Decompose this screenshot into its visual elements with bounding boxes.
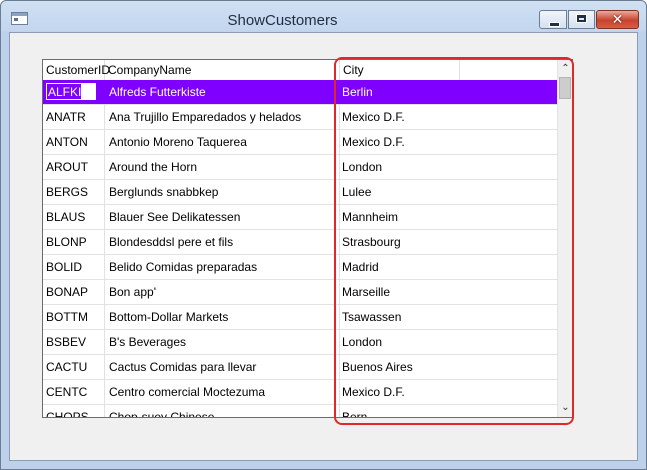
- cell-city[interactable]: London: [340, 155, 557, 179]
- cell-customerid[interactable]: BONAP: [43, 280, 105, 304]
- cell-customerid[interactable]: BOLID: [43, 255, 105, 279]
- cell-city[interactable]: Mexico D.F.: [340, 130, 557, 154]
- maximize-button[interactable]: [568, 10, 595, 29]
- column-header-customerid[interactable]: CustomerID: [43, 60, 110, 80]
- cell-companyname[interactable]: Blauer See Delikatessen: [105, 205, 340, 229]
- chevron-down-icon[interactable]: ⌄: [558, 400, 572, 416]
- window-title: ShowCustomers: [227, 12, 338, 29]
- customerid-edit-field[interactable]: ALFKI: [46, 83, 97, 100]
- table-row[interactable]: ANATR Ana Trujillo Emparedados y helados M…: [43, 105, 557, 130]
- column-header-companyname[interactable]: CompanyName: [105, 60, 340, 80]
- cell-customerid[interactable]: CHOPS: [43, 405, 105, 417]
- cell-companyname[interactable]: Berglunds snabbkep: [105, 180, 340, 204]
- cell-companyname[interactable]: Bon app': [105, 280, 340, 304]
- cell-city[interactable]: Tsawassen: [340, 305, 557, 329]
- table-row[interactable]: CENTC Centro comercial Moctezuma Mexico D.…: [43, 380, 557, 405]
- cell-companyname[interactable]: Belido Comidas preparadas: [105, 255, 340, 279]
- vertical-scrollbar[interactable]: ⌃ ⌄: [557, 60, 572, 417]
- cell-customerid[interactable]: ANTON: [43, 130, 105, 154]
- cell-companyname[interactable]: Ana Trujillo Emparedados y helados: [105, 105, 340, 129]
- cell-companyname[interactable]: B's Beverages: [105, 330, 340, 354]
- cell-city[interactable]: London: [340, 330, 557, 354]
- cell-companyname[interactable]: Alfreds Futterkiste: [105, 80, 340, 104]
- cell-companyname[interactable]: Centro comercial Moctezuma: [105, 380, 340, 404]
- cell-customerid[interactable]: BLONP: [43, 230, 105, 254]
- table-row[interactable]: BERGS Berglunds snabbkep Lulee: [43, 180, 557, 205]
- cell-city[interactable]: Lulee: [340, 180, 557, 204]
- cell-companyname[interactable]: Chop-suey Chinese: [105, 405, 340, 417]
- grid-rows: ALFKI Alfreds Futterkiste Berlin ANATR Ana T…: [43, 80, 557, 417]
- cell-customerid[interactable]: CENTC: [43, 380, 105, 404]
- cell-companyname[interactable]: Antonio Moreno Taquerea: [105, 130, 340, 154]
- cell-city[interactable]: Berlin: [340, 80, 557, 104]
- cell-customerid[interactable]: BLAUS: [43, 205, 105, 229]
- title-bar[interactable]: ShowCustomers ✕: [1, 1, 646, 32]
- table-row[interactable]: BOTTM Bottom-Dollar Markets Tsawassen: [43, 305, 557, 330]
- cell-customerid[interactable]: BSBEV: [43, 330, 105, 354]
- cell-customerid[interactable]: CACTU: [43, 355, 105, 379]
- table-row[interactable]: BSBEV B's Beverages London: [43, 330, 557, 355]
- table-row[interactable]: BOLID Belido Comidas preparadas Madrid: [43, 255, 557, 280]
- table-row[interactable]: CHOPS Chop-suey Chinese Bern: [43, 405, 557, 417]
- table-row[interactable]: BLAUS Blauer See Delikatessen Mannheim: [43, 205, 557, 230]
- cell-companyname[interactable]: Cactus Comidas para llevar: [105, 355, 340, 379]
- cell-customerid[interactable]: ANATR: [43, 105, 105, 129]
- minimize-icon: [549, 22, 560, 27]
- cell-city[interactable]: Strasbourg: [340, 230, 557, 254]
- cell-city[interactable]: Bern: [340, 405, 557, 417]
- cell-customerid[interactable]: AROUT: [43, 155, 105, 179]
- cell-city[interactable]: Madrid: [340, 255, 557, 279]
- grid-header: CustomerID CompanyName City: [43, 60, 557, 81]
- cell-city[interactable]: Buenos Aires: [340, 355, 557, 379]
- cell-companyname[interactable]: Around the Horn: [105, 155, 340, 179]
- close-icon: ✕: [611, 11, 624, 27]
- cell-city[interactable]: Mannheim: [340, 205, 557, 229]
- table-row[interactable]: AROUT Around the Horn London: [43, 155, 557, 180]
- close-button[interactable]: ✕: [596, 10, 639, 29]
- table-row[interactable]: ANTON Antonio Moreno Taquerea Mexico D.F.: [43, 130, 557, 155]
- customers-grid[interactable]: CustomerID CompanyName City ALFKI Alfreds…: [42, 59, 573, 418]
- maximize-icon: [576, 14, 587, 23]
- cell-city[interactable]: Marseille: [340, 280, 557, 304]
- scrollbar-thumb[interactable]: [559, 77, 571, 99]
- cell-customerid[interactable]: BERGS: [43, 180, 105, 204]
- cell-companyname[interactable]: Bottom-Dollar Markets: [105, 305, 340, 329]
- cell-companyname[interactable]: Blondesddsl pere et fils: [105, 230, 340, 254]
- column-header-city[interactable]: City: [340, 60, 460, 80]
- cell-customerid[interactable]: ALFKI: [43, 80, 105, 104]
- chevron-up-icon[interactable]: ⌃: [558, 61, 572, 77]
- cell-city[interactable]: Mexico D.F.: [340, 380, 557, 404]
- cell-customerid[interactable]: BOTTM: [43, 305, 105, 329]
- minimize-button[interactable]: [539, 10, 567, 29]
- table-row[interactable]: CACTU Cactus Comidas para llevar Buenos Ai…: [43, 355, 557, 380]
- table-row[interactable]: BLONP Blondesddsl pere et fils Strasbourg: [43, 230, 557, 255]
- table-row[interactable]: ALFKI Alfreds Futterkiste Berlin: [43, 80, 557, 105]
- table-row[interactable]: BONAP Bon app' Marseille: [43, 280, 557, 305]
- cell-city[interactable]: Mexico D.F.: [340, 105, 557, 129]
